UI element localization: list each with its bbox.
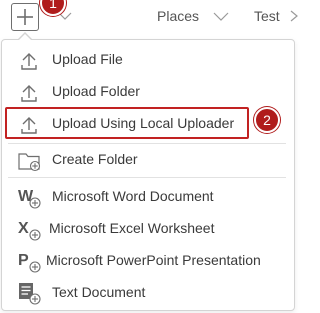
menu-divider	[8, 177, 286, 178]
svg-text:X: X	[18, 220, 29, 237]
menu-divider	[8, 143, 286, 144]
powerpoint-icon: P	[18, 252, 41, 273]
add-menu	[1, 39, 295, 311]
page: Places Test Upload File Upload Folder Up…	[0, 0, 307, 313]
menu-item-label: Microsoft PowerPoint Presentation	[46, 252, 261, 268]
plus-icon	[17, 9, 33, 25]
menu-item-label: Create Folder	[52, 151, 138, 167]
menu-item-label: Upload File	[52, 51, 123, 67]
highlight-box	[5, 107, 249, 139]
chevron-down-icon[interactable]	[212, 10, 230, 22]
upload-icon	[21, 85, 37, 102]
menu-caret-fill	[18, 33, 32, 41]
add-button[interactable]	[11, 3, 39, 31]
text-document-icon	[19, 283, 41, 305]
folder-icon	[18, 153, 41, 172]
breadcrumb-test[interactable]: Test	[254, 8, 280, 24]
excel-icon: X	[18, 220, 41, 241]
upload-icon	[21, 53, 37, 70]
menu-item-label: Upload Folder	[52, 83, 140, 99]
step-badge-2: 2	[254, 107, 280, 133]
word-icon: W	[18, 188, 41, 209]
menu-item-label: Microsoft Excel Worksheet	[49, 220, 215, 236]
svg-text:P: P	[18, 252, 29, 269]
menu-item-label: Microsoft Word Document	[52, 188, 214, 204]
chevron-right-icon[interactable]	[288, 9, 300, 23]
menu-item-label: Text Document	[52, 284, 146, 300]
breadcrumb-places[interactable]: Places	[157, 8, 199, 24]
